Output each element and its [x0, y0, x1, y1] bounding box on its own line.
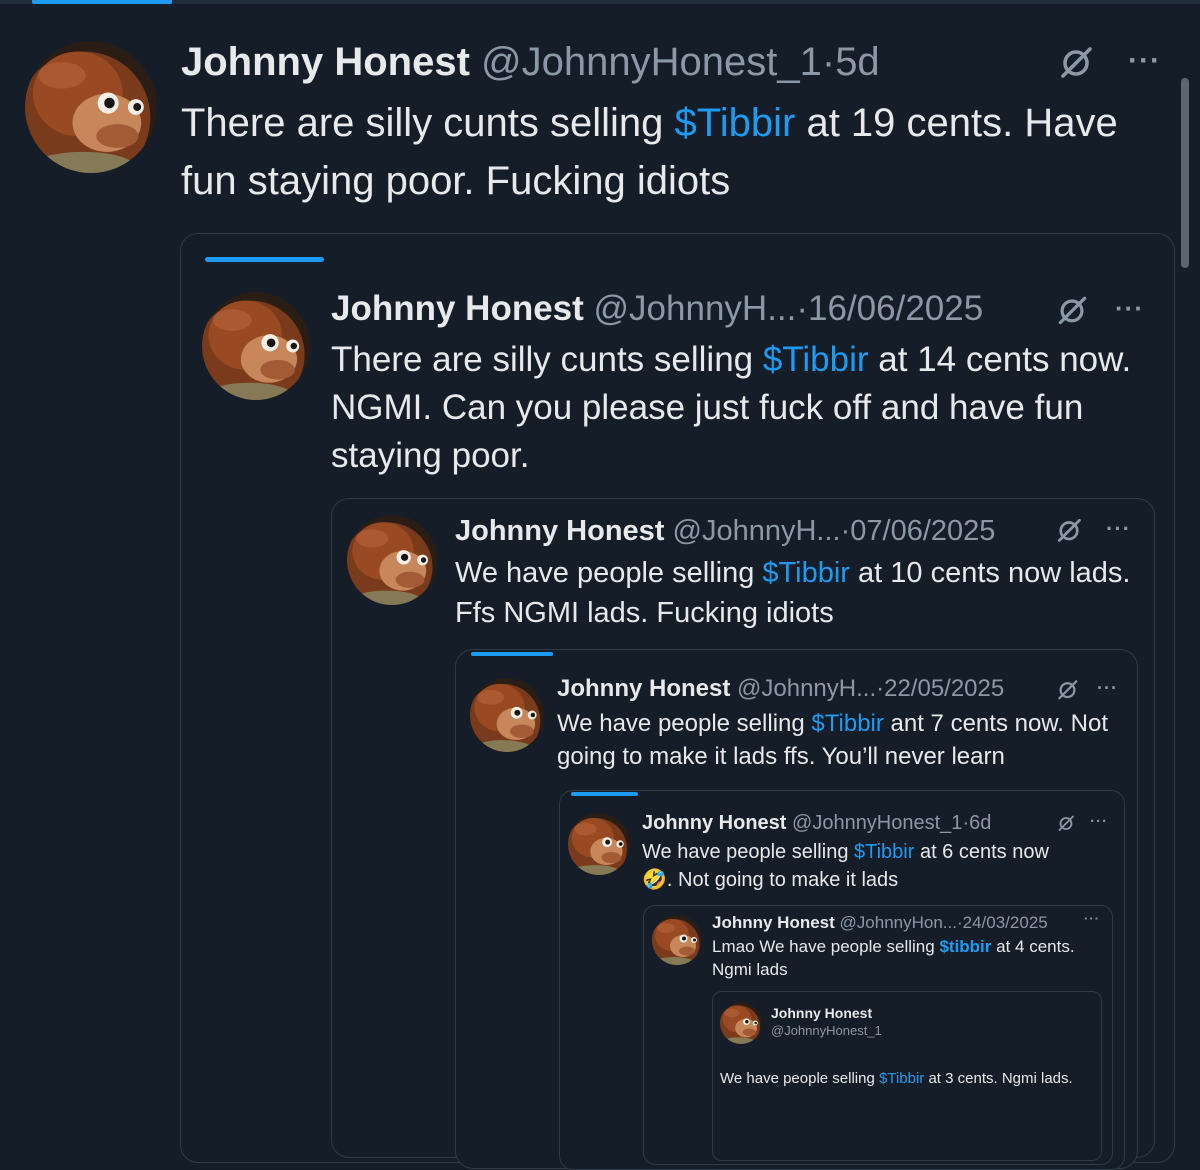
more-options-icon[interactable]: ···	[1115, 293, 1144, 324]
avatar[interactable]	[25, 41, 157, 173]
monkey-puppet-avatar-icon	[720, 1002, 762, 1044]
avatar[interactable]	[347, 515, 437, 605]
timestamp[interactable]: 24/03/2025	[963, 913, 1048, 932]
tweet-text: There are silly cunts selling $Tibbir at…	[331, 336, 1161, 480]
top-divider	[0, 0, 1200, 4]
card-accent-bar	[205, 257, 324, 262]
avatar[interactable]	[568, 813, 630, 875]
grok-icon[interactable]	[1056, 42, 1096, 82]
tweet-header: Johnny Honest @JohnnyH...·16/06/2025	[331, 288, 983, 330]
tweet-text-part: Lmao We have people selling	[712, 937, 940, 956]
display-name[interactable]: Johnny Honest	[557, 675, 730, 702]
display-name[interactable]: Johnny Honest	[712, 913, 835, 932]
more-options-icon[interactable]: ···	[1128, 44, 1161, 78]
grok-icon[interactable]	[1054, 292, 1090, 328]
timestamp[interactable]: 5d	[835, 40, 880, 84]
tweet-text: We have people selling $Tibbir at 3 cent…	[720, 1068, 1080, 1090]
card-accent-bar	[571, 792, 638, 796]
cashtag-link[interactable]: $tibbir	[939, 937, 991, 956]
handle[interactable]: @JohnnyHonest_1	[481, 40, 822, 84]
timestamp[interactable]: 22/05/2025	[884, 675, 1004, 702]
handle[interactable]: @JohnnyH...	[594, 289, 797, 328]
tweet-text-part: . Not going to make it lads	[666, 869, 899, 891]
timestamp[interactable]: 07/06/2025	[850, 515, 995, 547]
separator: ·	[876, 675, 885, 702]
handle[interactable]: @JohnnyHonest_1	[792, 812, 962, 834]
monkey-puppet-avatar-icon	[25, 41, 157, 173]
tweet-text: Lmao We have people selling $tibbir at 4…	[712, 935, 1097, 981]
tweet-text-part: We have people selling	[557, 710, 812, 737]
tweet-text-part: There are silly cunts selling	[331, 340, 763, 379]
monkey-puppet-avatar-icon	[652, 915, 702, 965]
more-options-icon[interactable]: ···	[1090, 813, 1108, 830]
tweet-text-part: We have people selling	[455, 557, 763, 589]
cashtag-link[interactable]: $Tibbir	[854, 841, 914, 863]
display-name[interactable]: Johnny Honest	[771, 1004, 882, 1022]
more-options-icon[interactable]: ···	[1106, 516, 1131, 542]
scrollbar[interactable]	[1181, 78, 1189, 268]
active-tab-indicator	[32, 0, 172, 4]
avatar[interactable]	[202, 292, 310, 400]
card-accent-bar	[471, 652, 553, 656]
tweet-header: Johnny Honest @JohnnyHonest_1·5d	[181, 38, 880, 86]
separator: ·	[840, 515, 851, 547]
tweet-text-part: at 6 cents now	[914, 841, 1049, 863]
timestamp[interactable]: 16/06/2025	[808, 289, 983, 328]
tweet-text: We have people selling $Tibbir at 10 cen…	[455, 553, 1135, 633]
cashtag-link[interactable]: $Tibbir	[763, 340, 869, 379]
tweet-header: Johnny Honest @JohnnyH...·07/06/2025	[455, 513, 995, 549]
tweet-text-part: We have people selling	[720, 1070, 879, 1087]
tweet-text-part: There are silly cunts selling	[181, 101, 675, 145]
handle[interactable]: @JohnnyHon...	[840, 913, 957, 932]
display-name[interactable]: Johnny Honest	[331, 289, 584, 328]
display-name[interactable]: Johnny Honest	[642, 812, 786, 834]
cashtag-link[interactable]: $Tibbir	[879, 1070, 924, 1087]
handle[interactable]: @JohnnyHonest_1	[771, 1022, 882, 1040]
timestamp[interactable]: 6d	[969, 812, 991, 834]
tweet-text: We have people selling $Tibbir at 6 cent…	[642, 838, 1112, 894]
handle[interactable]: @JohnnyH...	[673, 515, 841, 547]
avatar[interactable]	[652, 915, 702, 965]
monkey-puppet-avatar-icon	[347, 515, 437, 605]
tweet-text-part: We have people selling	[642, 841, 854, 863]
tweet-header: Johnny Honest @JohnnyHonest_1	[771, 1004, 882, 1040]
monkey-puppet-avatar-icon	[470, 678, 544, 752]
cashtag-link[interactable]: $Tibbir	[811, 710, 883, 737]
more-options-icon[interactable]: ···	[1084, 911, 1100, 926]
tweet-text-part: at 3 cents. Ngmi lads.	[924, 1070, 1073, 1087]
separator: ·	[796, 289, 809, 328]
separator: ·	[821, 40, 836, 84]
grok-icon[interactable]	[1056, 813, 1076, 833]
tweet-header: Johnny Honest @JohnnyH...·22/05/2025	[557, 674, 1004, 704]
more-options-icon[interactable]: ···	[1097, 678, 1118, 699]
tweet-header: Johnny Honest @JohnnyHonest_1·6d	[642, 811, 991, 836]
monkey-puppet-avatar-icon	[568, 813, 630, 875]
grok-icon[interactable]	[1055, 677, 1080, 702]
avatar[interactable]	[470, 678, 544, 752]
display-name[interactable]: Johnny Honest	[455, 515, 664, 547]
tweet-header: Johnny Honest @JohnnyHon...·24/03/2025	[712, 912, 1048, 934]
display-name[interactable]: Johnny Honest	[181, 40, 470, 84]
cashtag-link[interactable]: $Tibbir	[762, 557, 850, 589]
tweet-text: We have people selling $Tibbir ant 7 cen…	[557, 707, 1117, 773]
monkey-puppet-avatar-icon	[202, 292, 310, 400]
cashtag-link[interactable]: $Tibbir	[675, 101, 796, 145]
handle[interactable]: @JohnnyH...	[737, 675, 876, 702]
grok-icon[interactable]	[1054, 515, 1084, 545]
laughing-emoji: 🤣	[642, 869, 667, 891]
tweet-text: There are silly cunts selling $Tibbir at…	[181, 94, 1141, 210]
avatar[interactable]	[720, 1002, 762, 1044]
